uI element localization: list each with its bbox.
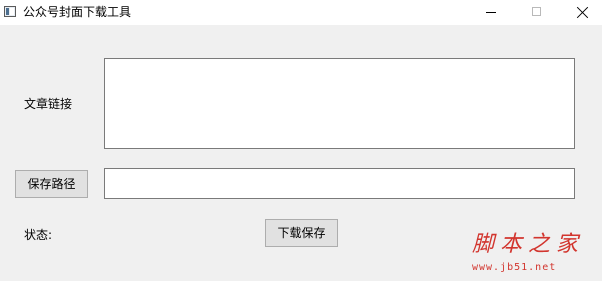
window-title: 公众号封面下载工具 <box>23 5 132 19</box>
download-save-button[interactable]: 下载保存 <box>265 219 338 247</box>
close-button[interactable] <box>560 0 602 25</box>
title-bar[interactable]: 公众号封面下载工具 <box>0 0 602 25</box>
watermark-title: 脚本之家 <box>472 232 585 257</box>
maximize-button[interactable] <box>514 0 560 25</box>
save-path-input[interactable] <box>104 168 575 199</box>
watermark-url: www.jb51.net <box>472 262 557 273</box>
watermark: 脚本之家 www.jb51.net <box>472 232 594 276</box>
app-icon <box>4 6 16 17</box>
close-icon <box>576 6 589 19</box>
article-link-input[interactable] <box>104 58 575 149</box>
minimize-icon <box>486 12 496 13</box>
minimize-button[interactable] <box>468 0 514 25</box>
save-path-button[interactable]: 保存路径 <box>15 170 88 198</box>
maximize-icon <box>532 7 541 16</box>
status-label: 状态: <box>24 228 53 242</box>
article-link-label: 文章链接 <box>24 97 73 111</box>
